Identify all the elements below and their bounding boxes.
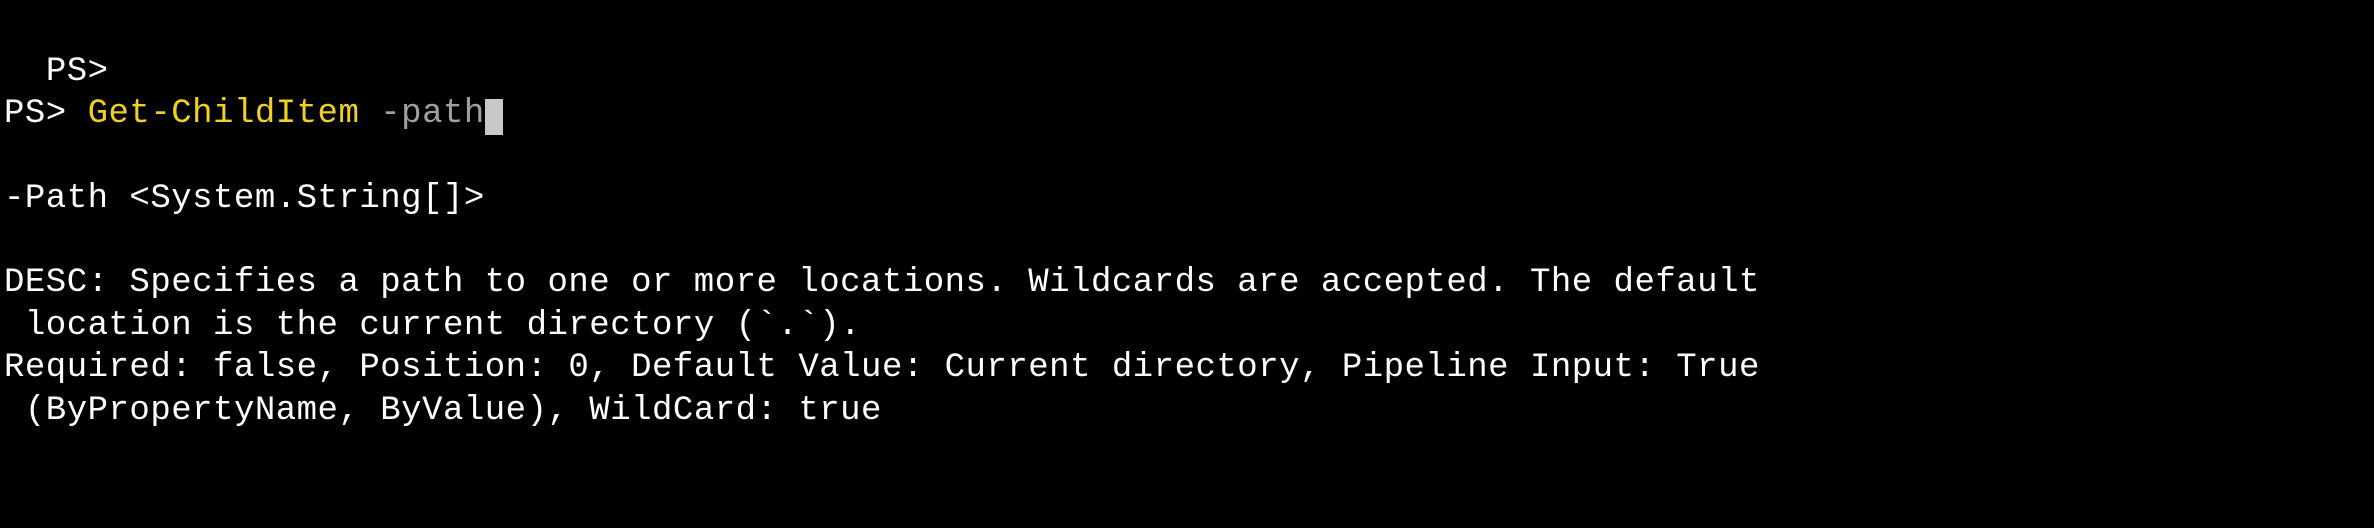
cmdlet-name: Get-ChildItem <box>88 95 360 133</box>
parameter-signature: -Path <System.String[]> <box>4 178 2370 221</box>
ps-prompt: PS> <box>46 53 109 91</box>
space <box>359 95 380 133</box>
prompt-line-empty: PS> <box>4 8 2370 93</box>
blank-line <box>4 220 2370 262</box>
ps-prompt: PS> <box>4 95 88 133</box>
blank-line <box>4 136 2370 178</box>
parameter-attributes-line2: (ByPropertyName, ByValue), WildCard: tru… <box>4 390 2370 433</box>
cursor-block <box>485 99 503 135</box>
cmdlet-parameter: -path <box>380 95 485 133</box>
command-input-line[interactable]: PS> Get-ChildItem -path <box>4 93 2370 136</box>
parameter-attributes-line1: Required: false, Position: 0, Default Va… <box>4 347 2370 390</box>
parameter-description-line1: DESC: Specifies a path to one or more lo… <box>4 262 2370 305</box>
parameter-description-line2: location is the current directory (`.`). <box>4 305 2370 348</box>
